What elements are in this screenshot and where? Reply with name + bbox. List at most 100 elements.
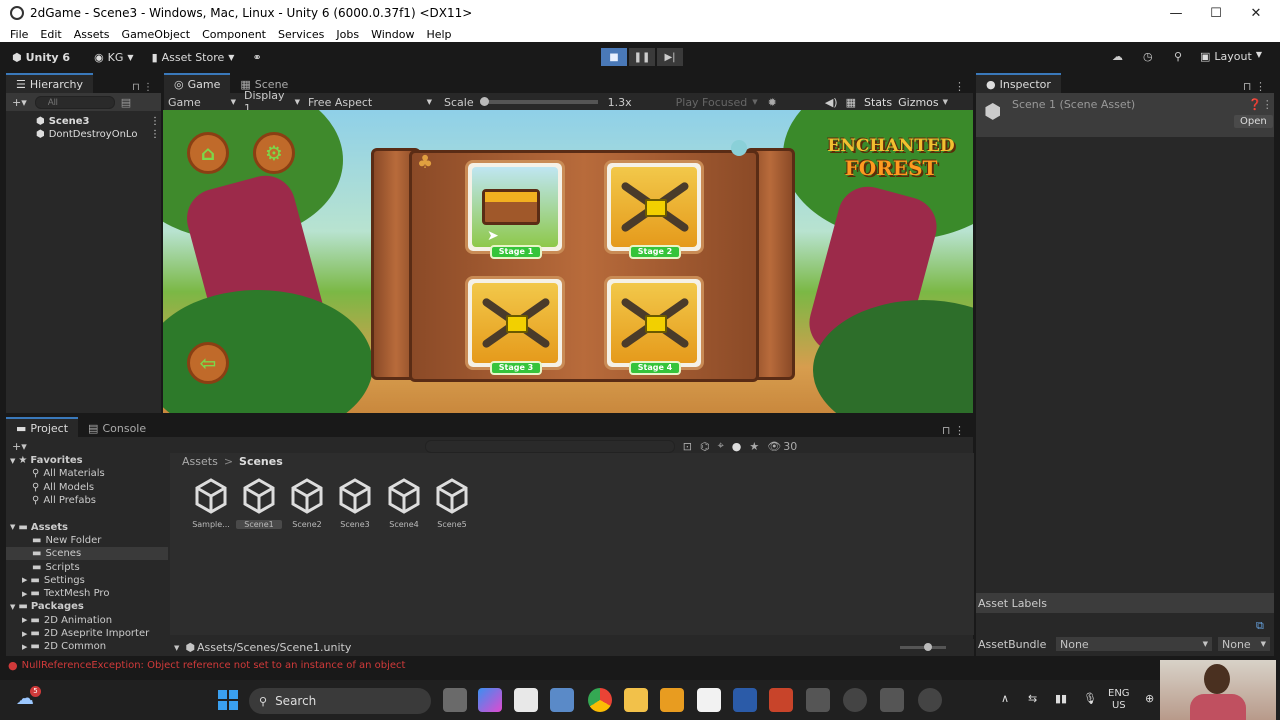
taskbar-search[interactable]: ⚲ Search <box>249 688 431 714</box>
search-by-type-icon[interactable]: ⊡ <box>683 440 692 453</box>
copilot-icon[interactable] <box>478 688 502 712</box>
open-button[interactable]: Open <box>1234 115 1273 128</box>
menu-component[interactable]: Component <box>196 28 272 41</box>
recorder-icon[interactable] <box>918 688 942 712</box>
tree-assets[interactable]: ▼ ▬ Assets <box>6 520 168 533</box>
tree-settings[interactable]: ▶ ▬ Settings <box>6 574 168 587</box>
transfer-icon[interactable]: ⇆ <box>1028 692 1037 705</box>
project-search-input[interactable] <box>424 439 675 453</box>
hierarchy-search-input[interactable] <box>34 95 115 109</box>
network-icon[interactable]: ⊕ <box>1145 692 1154 705</box>
hierarchy-item-scene3[interactable]: ⬢ Scene3 ⋮ <box>36 115 161 128</box>
cloud-icon[interactable]: ☁ <box>1112 50 1123 63</box>
hidden-packages-icon[interactable]: 👁 <box>767 440 781 453</box>
maximize-button[interactable]: ☐ <box>1196 0 1236 26</box>
menu-file[interactable]: File <box>0 28 34 41</box>
asset-item[interactable]: Scene2 <box>284 478 330 529</box>
tag-icon[interactable]: ⧉ <box>1256 619 1264 633</box>
close-button[interactable]: ✕ <box>1236 0 1276 26</box>
slider-thumb[interactable] <box>479 97 489 106</box>
tree-2d-aseprite[interactable]: ▶ ▬ 2D Aseprite Importer <box>6 627 168 640</box>
menu-assets[interactable]: Assets <box>68 28 116 41</box>
star-icon[interactable]: ★ <box>749 440 759 453</box>
stats-button[interactable]: Stats <box>864 96 892 109</box>
tree-2d-animation[interactable]: ▶ ▬ 2D Animation <box>6 614 168 627</box>
media-icon[interactable]: ▮▮ <box>1055 692 1067 705</box>
status-bar[interactable]: ● NullReferenceException: Object referen… <box>0 658 1280 672</box>
lock-icon[interactable]: ⊓ ⋮ <box>942 424 965 437</box>
menu-help[interactable]: Help <box>420 28 457 41</box>
asset-store-dropdown[interactable]: ▮ Asset Store ▼ <box>146 47 241 67</box>
asset-item[interactable]: Scene4 <box>381 478 427 529</box>
account-dropdown[interactable]: ◉ KG ▼ <box>88 47 140 67</box>
tree-favorites[interactable]: ▼ ★ Favorites <box>6 454 168 467</box>
more-icon[interactable]: ⋮ <box>954 80 965 93</box>
tree-all-models[interactable]: ⚲ All Models <box>6 481 168 494</box>
unity-editor-icon[interactable] <box>880 688 904 712</box>
more-icon[interactable]: ⋮ <box>150 129 160 140</box>
file-explorer-icon[interactable] <box>624 688 648 712</box>
tree-new-folder[interactable]: ▬ New Folder <box>6 534 168 547</box>
step-button[interactable]: ▶| <box>657 48 683 66</box>
minimize-button[interactable]: — <box>1156 0 1196 26</box>
gizmos-button[interactable]: Gizmos <box>898 96 939 109</box>
sublime-icon[interactable] <box>660 688 684 712</box>
tree-scripts[interactable]: ▬ Scripts <box>6 560 168 573</box>
unity-version-button[interactable]: ⬢ Unity 6 <box>6 47 76 67</box>
unity-hub-icon[interactable] <box>843 688 867 712</box>
tree-all-materials[interactable]: ⚲ All Materials <box>6 467 168 480</box>
asset-variant-dropdown[interactable]: None ▼ <box>1218 637 1270 651</box>
tab-game[interactable]: ◎ Game <box>164 73 231 93</box>
history-icon[interactable]: ◷ <box>1143 50 1153 63</box>
shortcuts-icon[interactable]: ▦ <box>846 96 856 109</box>
menu-window[interactable]: Window <box>365 28 420 41</box>
game-mode-dropdown[interactable]: Game ▼ <box>164 96 240 109</box>
tree-all-prefabs[interactable]: ⚲ All Prefabs <box>6 494 168 507</box>
capcut-icon[interactable] <box>697 688 721 712</box>
tree-scenes[interactable]: ▬ Scenes <box>6 547 168 561</box>
asset-item[interactable]: Sample... <box>188 478 234 529</box>
camera-icon[interactable] <box>550 688 574 712</box>
pause-button[interactable]: ❚❚ <box>629 48 655 66</box>
lock-icon[interactable]: ⊓ ⋮ <box>1243 80 1266 93</box>
play-button[interactable]: ■ <box>601 48 627 66</box>
tab-console[interactable]: ▤ Console <box>78 417 157 437</box>
hierarchy-item-dontdestroy[interactable]: ⬢ DontDestroyOnLo ⋮ <box>36 128 161 141</box>
back-button[interactable]: ⇦ <box>187 342 229 384</box>
asset-item[interactable]: Scene1 <box>236 478 282 529</box>
add-icon[interactable]: +▾ <box>12 440 27 453</box>
add-icon[interactable]: +▾ <box>12 96 27 109</box>
tab-hierarchy[interactable]: ☰ Hierarchy <box>6 73 94 93</box>
microphone-icon[interactable]: 🎙 <box>1083 692 1097 705</box>
tree-textmesh-pro[interactable]: ▶ ▬ TextMesh Pro <box>6 587 168 600</box>
game-viewport[interactable]: ⌂ ⚙ ⇦ ♣ Stage 1 Stage 2 Stage 3 Stage 4 … <box>163 110 973 413</box>
stage-2-button[interactable]: Stage 2 <box>604 160 704 259</box>
icon-size-slider[interactable] <box>900 643 946 651</box>
mute-audio-icon[interactable]: ◀) <box>825 96 838 109</box>
search-icon[interactable]: ⚲ <box>1174 50 1182 63</box>
search-by-label-icon[interactable]: ⌬ <box>700 440 710 453</box>
store-icon[interactable] <box>514 688 538 712</box>
chevron-up-icon[interactable]: ∧ <box>1001 692 1009 705</box>
asset-item[interactable]: Scene5 <box>429 478 475 529</box>
help-icon[interactable]: ❓⋮ <box>1248 98 1273 111</box>
slider-thumb[interactable] <box>924 643 932 651</box>
language-indicator[interactable]: ENG US <box>1108 688 1130 712</box>
info-icon[interactable]: ● <box>732 440 742 453</box>
app-icon[interactable] <box>806 688 830 712</box>
play-focused-dropdown[interactable]: Play Focused ▼ <box>672 96 762 109</box>
windows-start-icon[interactable] <box>218 690 238 710</box>
chrome-icon[interactable] <box>588 688 612 712</box>
tag-icon[interactable]: ⌖ <box>718 439 724 453</box>
tree-packages[interactable]: ▼ ▬ Packages <box>6 600 168 613</box>
tab-inspector[interactable]: ● Inspector <box>976 73 1061 93</box>
version-control-icon[interactable]: ⚭ <box>246 47 267 67</box>
stage-1-button[interactable]: Stage 1 <box>465 160 565 259</box>
tab-project[interactable]: ▬ Project <box>6 417 79 437</box>
breadcrumb-scenes[interactable]: Scenes <box>239 455 283 468</box>
menu-services[interactable]: Services <box>272 28 330 41</box>
chevron-down-icon[interactable]: ▼ <box>943 98 948 106</box>
scale-slider[interactable] <box>479 97 598 106</box>
powerpoint-icon[interactable] <box>769 688 793 712</box>
asset-item[interactable]: Scene3 <box>332 478 378 529</box>
